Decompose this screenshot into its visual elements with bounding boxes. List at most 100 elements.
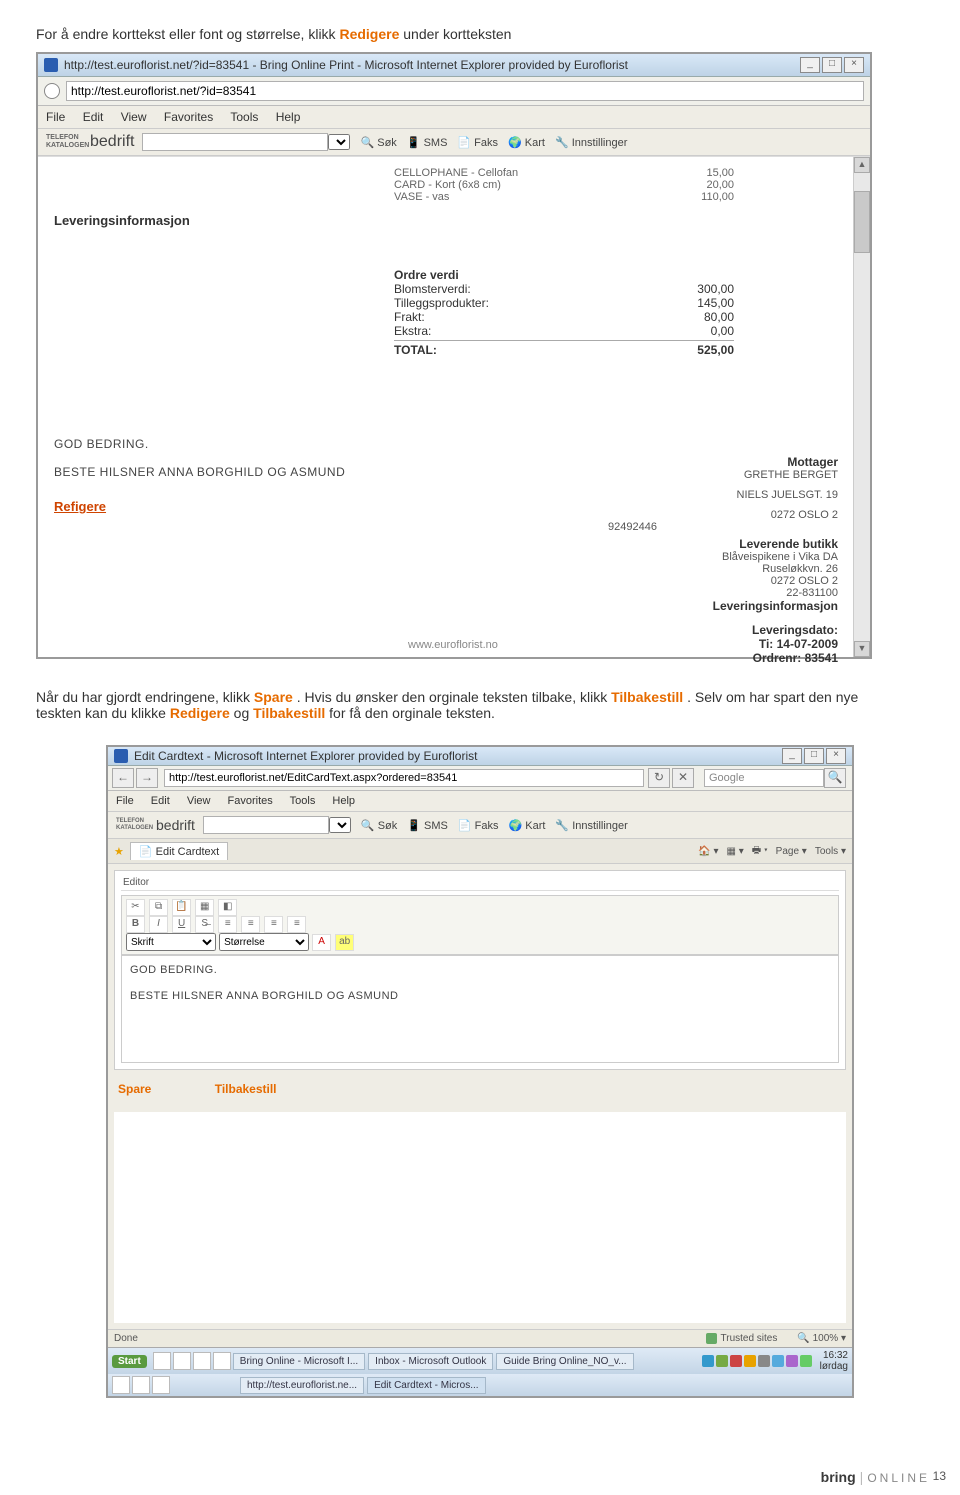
menu-help[interactable]: Help xyxy=(276,110,301,124)
menu-favorites[interactable]: Favorites xyxy=(164,110,213,124)
menu-favorites[interactable]: Favorites xyxy=(228,795,273,807)
toolbar-innstillinger-button[interactable]: 🔧 Innstillinger xyxy=(555,819,627,832)
italic-icon[interactable]: I xyxy=(149,916,168,933)
font-size-select[interactable]: Størrelse xyxy=(219,933,309,951)
toolbar-kart-button[interactable]: 🌍 Kart xyxy=(508,819,545,832)
quicklaunch-icon[interactable] xyxy=(213,1352,231,1370)
underline-icon[interactable]: U xyxy=(172,916,191,933)
refresh-button[interactable]: ↻ xyxy=(648,768,670,788)
toolbar-kart-button[interactable]: 🌍 Kart xyxy=(508,136,545,149)
redigere-link[interactable]: Refigere xyxy=(54,499,106,514)
tray-icon[interactable] xyxy=(702,1355,714,1367)
minimize-button[interactable]: _ xyxy=(782,748,802,764)
spare-link[interactable]: Spare xyxy=(118,1082,151,1096)
url-input-2[interactable] xyxy=(164,769,644,787)
tools-menu[interactable]: Tools ▾ xyxy=(815,846,846,857)
copy-icon[interactable]: ⧉ xyxy=(149,899,168,916)
align-left-icon[interactable]: ≡ xyxy=(218,916,237,933)
menu-tools[interactable]: Tools xyxy=(230,110,258,124)
scroll-up-arrow-icon[interactable]: ▲ xyxy=(854,157,870,173)
menu-view[interactable]: View xyxy=(121,110,147,124)
font-color-icon[interactable]: A xyxy=(312,934,331,951)
tray-icon[interactable] xyxy=(730,1355,742,1367)
table-icon[interactable]: ▦ xyxy=(195,899,214,916)
editor-body[interactable]: GOD BEDRING. BESTE HILSNER ANNA BORGHILD… xyxy=(121,955,839,1063)
scroll-thumb[interactable] xyxy=(854,191,870,253)
stop-button[interactable]: ✕ xyxy=(672,768,694,788)
toolbar-search-dropdown-2[interactable] xyxy=(329,817,351,833)
close-button[interactable]: × xyxy=(826,748,846,764)
menu-edit[interactable]: Edit xyxy=(83,110,104,124)
minimize-button[interactable]: _ xyxy=(800,57,820,73)
toolbar-search-dropdown[interactable] xyxy=(328,134,350,150)
quicklaunch-icon[interactable] xyxy=(112,1376,130,1394)
search-go-button[interactable]: 🔍 xyxy=(824,768,846,788)
task-button[interactable]: Bring Online - Microsoft I... xyxy=(233,1353,365,1370)
tray-icon[interactable] xyxy=(772,1355,784,1367)
forward-button[interactable]: → xyxy=(136,768,158,788)
quicklaunch-icon[interactable] xyxy=(152,1376,170,1394)
task-button[interactable]: Edit Cardtext - Micros... xyxy=(367,1377,485,1394)
menu-view[interactable]: View xyxy=(187,795,211,807)
leveringsdato-value: Ti: 14-07-2009 xyxy=(558,637,838,651)
tray-icon[interactable] xyxy=(758,1355,770,1367)
toolbar-innstillinger-button[interactable]: 🔧 Innstillinger xyxy=(555,136,627,149)
task-button[interactable]: Guide Bring Online_NO_v... xyxy=(496,1353,633,1370)
strike-icon[interactable]: S̶ xyxy=(195,916,214,933)
align-center-icon[interactable]: ≡ xyxy=(241,916,260,933)
maximize-button[interactable]: □ xyxy=(822,57,842,73)
maximize-button[interactable]: □ xyxy=(804,748,824,764)
align-justify-icon[interactable]: ≡ xyxy=(287,916,306,933)
scrollbar[interactable]: ▲ ▼ xyxy=(853,157,870,657)
toolbar-sms-button[interactable]: 📱 SMS xyxy=(407,819,448,832)
toolbar-search-input-2[interactable] xyxy=(203,816,329,834)
back-button[interactable]: ← xyxy=(112,768,134,788)
eraser-icon[interactable]: ◧ xyxy=(218,899,237,916)
cut-icon[interactable]: ✂ xyxy=(126,899,145,916)
toolbar-search-input[interactable] xyxy=(142,133,328,151)
search-provider-box[interactable]: Google xyxy=(704,769,824,787)
tray-icon[interactable] xyxy=(800,1355,812,1367)
page-menu[interactable]: Page ▾ xyxy=(776,846,807,857)
home-icon[interactable]: 🏠 ▾ xyxy=(698,846,718,857)
intro-text-1: For å endre korttekst eller font og stør… xyxy=(36,26,339,42)
tab-edit-cardtext[interactable]: 📄 Edit Cardtext xyxy=(130,842,228,860)
tray-icon[interactable] xyxy=(786,1355,798,1367)
print-icon[interactable]: 🖶 ▾ xyxy=(752,843,768,860)
url-input[interactable] xyxy=(66,81,864,101)
order-total-row: TOTAL:525,00 xyxy=(394,340,734,357)
menu-file[interactable]: File xyxy=(46,110,65,124)
close-button[interactable]: × xyxy=(844,57,864,73)
start-button[interactable]: Start xyxy=(112,1355,147,1368)
editor-panel: Editor ✂ ⧉ 📋 ▦ ◧ B I U S̶ ≡ ≡ ≡ ≡ Skrift… xyxy=(114,870,846,1070)
bold-icon[interactable]: B xyxy=(126,916,145,933)
scroll-down-arrow-icon[interactable]: ▼ xyxy=(854,641,870,657)
order-verdi-heading: Ordre verdi xyxy=(394,268,734,282)
tilbakestill-link[interactable]: Tilbakestill xyxy=(215,1082,277,1096)
toolbar-sms-button[interactable]: 📱 SMS xyxy=(407,136,448,149)
quicklaunch-icon[interactable] xyxy=(153,1352,171,1370)
feed-icon[interactable]: ▦ ▾ xyxy=(726,846,743,857)
align-right-icon[interactable]: ≡ xyxy=(264,916,283,933)
font-family-select[interactable]: Skrift xyxy=(126,933,216,951)
menu-help[interactable]: Help xyxy=(332,795,355,807)
toolbar-search-button[interactable]: 🔍 Søk xyxy=(360,136,396,149)
tray-icon[interactable] xyxy=(716,1355,728,1367)
task-button[interactable]: http://test.euroflorist.ne... xyxy=(240,1377,364,1394)
quicklaunch-icon[interactable] xyxy=(193,1352,211,1370)
tray-icon[interactable] xyxy=(744,1355,756,1367)
menu-file[interactable]: File xyxy=(116,795,134,807)
product-list: CELLOPHANE - Cellofan15,00 CARD - Kort (… xyxy=(394,167,854,203)
highlight-icon[interactable]: ab xyxy=(335,934,354,951)
paste-icon[interactable]: 📋 xyxy=(172,899,191,916)
toolbar-faks-button[interactable]: 📄 Faks xyxy=(457,136,498,149)
menu-tools[interactable]: Tools xyxy=(290,795,316,807)
menu-edit[interactable]: Edit xyxy=(151,795,170,807)
quicklaunch-icon[interactable] xyxy=(132,1376,150,1394)
quicklaunch-icon[interactable] xyxy=(173,1352,191,1370)
zoom-level[interactable]: 🔍 100% ▾ xyxy=(797,1333,846,1344)
toolbar-faks-button[interactable]: 📄 Faks xyxy=(458,819,499,832)
task-button[interactable]: Inbox - Microsoft Outlook xyxy=(368,1353,493,1370)
favorites-star-icon[interactable]: ★ xyxy=(114,845,124,858)
toolbar-search-button[interactable]: 🔍 Søk xyxy=(361,819,397,832)
